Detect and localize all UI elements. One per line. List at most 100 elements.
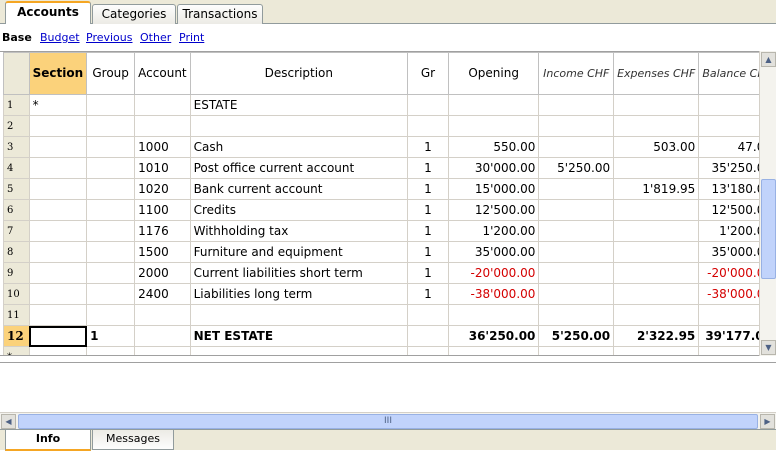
cell-description[interactable] — [189, 304, 409, 326]
cell-expenses[interactable] — [613, 220, 700, 242]
scroll-up-icon[interactable]: ▲ — [761, 52, 776, 67]
cell-income[interactable] — [538, 283, 615, 305]
cell-group[interactable] — [86, 283, 136, 305]
view-budget-link[interactable]: Budget — [40, 31, 80, 44]
table-row[interactable]: 5 1020 Bank current account 1 15'000.00 1'819… — [3, 178, 776, 200]
cell-gr[interactable]: 1 — [407, 136, 449, 158]
cell-opening[interactable]: 550.00 — [447, 136, 540, 158]
row-number[interactable]: 11 — [3, 304, 30, 326]
cell-account[interactable] — [134, 94, 191, 116]
empty-cell[interactable] — [189, 346, 409, 355]
table-row[interactable]: 7 1176 Withholding tax 1 1'200.00 1'200.00 — [3, 220, 776, 242]
empty-cell[interactable] — [86, 346, 136, 355]
empty-cell[interactable] — [407, 346, 449, 355]
cell-expenses[interactable] — [613, 241, 700, 263]
row-number[interactable]: 7 — [3, 220, 30, 242]
cell-opening[interactable]: 35'000.00 — [447, 241, 540, 263]
cell-opening[interactable]: 30'000.00 — [447, 157, 540, 179]
cell-gr[interactable]: 1 — [407, 178, 449, 200]
tab-categories[interactable]: Categories — [92, 4, 176, 24]
cell-description[interactable]: Furniture and equipment — [189, 241, 409, 263]
scroll-right-icon[interactable]: ▶ — [760, 414, 775, 429]
cell-group[interactable] — [86, 199, 136, 221]
cell-opening[interactable] — [447, 115, 540, 137]
vertical-scrollbar[interactable]: ▲ ▼ — [759, 51, 776, 356]
cell-account[interactable]: 1176 — [134, 220, 191, 242]
cell-income[interactable] — [538, 94, 615, 116]
cell-expenses[interactable] — [613, 94, 700, 116]
cell-description[interactable]: Liabilities long term — [189, 283, 409, 305]
cell-income[interactable]: 5'250.00 — [538, 325, 615, 347]
cell-gr[interactable]: 1 — [407, 283, 449, 305]
row-number[interactable]: 8 — [3, 241, 30, 263]
row-number[interactable]: 2 — [3, 115, 30, 137]
cell-opening[interactable]: 12'500.00 — [447, 199, 540, 221]
cell-income[interactable] — [538, 304, 615, 326]
column-header-income[interactable]: Income CHF — [538, 52, 615, 95]
table-row[interactable]: 11 — [3, 304, 776, 326]
table-row[interactable]: 8 1500 Furniture and equipment 1 35'000.00 35… — [3, 241, 776, 263]
cell-group[interactable] — [86, 157, 136, 179]
cell-account[interactable] — [134, 304, 191, 326]
table-row[interactable]: 1 * ESTATE — [3, 94, 776, 116]
table-row[interactable]: 3 1000 Cash 1 550.00 503.00 47.00 — [3, 136, 776, 158]
cell-group[interactable] — [86, 241, 136, 263]
cell-account[interactable] — [134, 115, 191, 137]
new-row[interactable]: * — [3, 346, 776, 355]
cell-expenses[interactable] — [613, 283, 700, 305]
cell-group[interactable] — [86, 304, 136, 326]
view-other-link[interactable]: Other — [140, 31, 171, 44]
cell-description[interactable]: Post office current account — [189, 157, 409, 179]
cell-expenses[interactable]: 2'322.95 — [613, 325, 700, 347]
table-row[interactable]: 10 2400 Liabilities long term 1 -38'000.00 -3… — [3, 283, 776, 305]
cell-account[interactable]: 1000 — [134, 136, 191, 158]
tab-accounts[interactable]: Accounts — [5, 1, 91, 25]
cell-opening[interactable]: 36'250.00 — [447, 325, 540, 347]
horizontal-scrollbar[interactable]: ◀ III ▶ — [0, 412, 776, 429]
column-header-description[interactable]: Description — [189, 52, 409, 95]
cell-account[interactable]: 1100 — [134, 199, 191, 221]
cell-description[interactable]: NET ESTATE — [189, 325, 409, 347]
view-base[interactable]: Base — [2, 31, 32, 44]
cell-description[interactable] — [189, 115, 409, 137]
cell-gr[interactable] — [407, 115, 449, 137]
view-previous-link[interactable]: Previous — [86, 31, 133, 44]
cell-section[interactable] — [28, 262, 88, 284]
cell-description[interactable]: Credits — [189, 199, 409, 221]
horizontal-scroll-thumb[interactable]: III — [18, 414, 758, 429]
cell-group[interactable] — [86, 178, 136, 200]
cell-group[interactable] — [86, 262, 136, 284]
cell-expenses[interactable] — [613, 199, 700, 221]
vertical-scroll-thumb[interactable] — [761, 179, 776, 279]
cell-section[interactable]: * — [28, 94, 88, 116]
cell-description[interactable]: ESTATE — [189, 94, 409, 116]
cell-gr[interactable]: 1 — [407, 241, 449, 263]
cell-expenses[interactable] — [613, 262, 700, 284]
cell-description[interactable]: Withholding tax — [189, 220, 409, 242]
cell-account[interactable]: 1020 — [134, 178, 191, 200]
cell-section[interactable] — [28, 199, 88, 221]
cell-income[interactable] — [538, 262, 615, 284]
cell-gr[interactable]: 1 — [407, 199, 449, 221]
row-number[interactable]: 4 — [3, 157, 30, 179]
view-print-link[interactable]: Print — [179, 31, 204, 44]
row-number[interactable]: 9 — [3, 262, 30, 284]
cell-gr[interactable]: 1 — [407, 262, 449, 284]
row-number[interactable]: 12 — [3, 325, 30, 347]
cell-section[interactable] — [28, 220, 88, 242]
empty-cell[interactable] — [538, 346, 615, 355]
scroll-left-icon[interactable]: ◀ — [1, 414, 16, 429]
tab-info[interactable]: Info — [5, 430, 91, 451]
table-row[interactable]: 9 2000 Current liabilities short term 1 -20'… — [3, 262, 776, 284]
cell-income[interactable] — [538, 136, 615, 158]
row-number[interactable]: 1 — [3, 94, 30, 116]
cell-expenses[interactable] — [613, 115, 700, 137]
cell-section[interactable] — [28, 115, 88, 137]
cell-income[interactable] — [538, 178, 615, 200]
cell-gr[interactable] — [407, 325, 449, 347]
cell-income[interactable] — [538, 199, 615, 221]
cell-section[interactable] — [28, 157, 88, 179]
empty-cell[interactable] — [134, 346, 191, 355]
cell-account[interactable]: 2000 — [134, 262, 191, 284]
row-number[interactable]: 10 — [3, 283, 30, 305]
